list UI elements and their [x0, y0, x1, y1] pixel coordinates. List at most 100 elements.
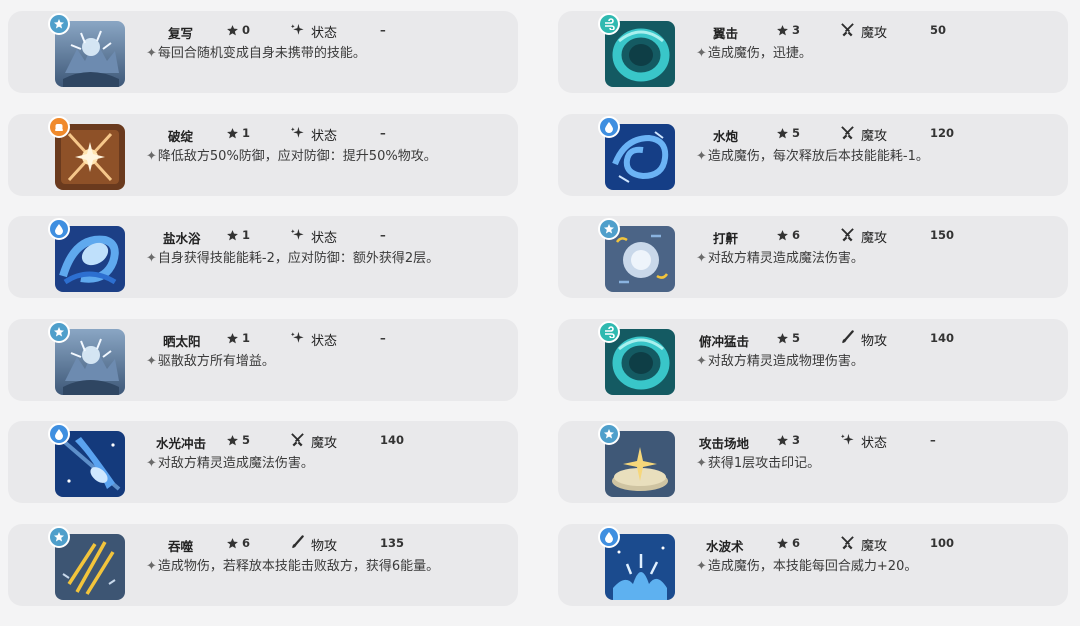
skill-description: ✦对敌方精灵造成魔法伤害。: [696, 249, 996, 269]
sparkle-bullet-icon: ✦: [146, 251, 157, 266]
wind-element-icon: [598, 13, 620, 35]
sparkle-icon: [290, 330, 305, 349]
skill-power: –: [930, 433, 936, 447]
skill-type: 状态: [290, 330, 337, 349]
description-text: 对敌方精灵造成魔法伤害。: [707, 251, 864, 266]
type-label: 物攻: [861, 334, 888, 349]
sparkle-bullet-icon: ✦: [146, 456, 157, 471]
skill-name: 俯冲猛击: [699, 334, 750, 349]
energy-cost: 5: [776, 331, 800, 345]
skill-name: 水光冲击: [156, 436, 207, 451]
energy-cost: 5: [776, 126, 800, 140]
description-text: 造成魔伤，本技能每回合威力+20。: [707, 559, 918, 574]
skill-power: 140: [380, 433, 405, 447]
skill-description: ✦对敌方精灵造成魔法伤害。: [146, 454, 446, 474]
crossed-swords-icon: [840, 227, 855, 246]
skill-card[interactable]: 吞噬 6 物攻 135 ✦造成物伤，若释放本技能击败敌方，获得6能量。: [8, 524, 518, 606]
skill-card[interactable]: 破绽 1 状态 – ✦降低敌方50%防御，应对防御：提升50%物攻。: [8, 114, 518, 196]
cost-value: 5: [792, 331, 801, 345]
energy-cost: 5: [226, 433, 250, 447]
skill-card[interactable]: 水炮 5 魔攻 120 ✦造成魔伤，每次释放后本技能能耗-1。: [558, 114, 1068, 196]
normal-element-icon: [48, 526, 70, 548]
sparkle-bullet-icon: ✦: [146, 149, 157, 164]
skill-name: 盐水浴: [163, 231, 201, 246]
skill-power: 135: [380, 536, 405, 550]
skill-card[interactable]: 复写 0 状态 – ✦每回合随机变成自身未携带的技能。: [8, 11, 518, 93]
sparkle-icon: [290, 22, 305, 41]
wind-element-icon: [598, 321, 620, 343]
skill-type: 状态: [840, 432, 887, 451]
cost-value: 1: [242, 126, 251, 140]
star-icon: [777, 332, 788, 343]
sparkle-bullet-icon: ✦: [696, 149, 707, 164]
sparkle-bullet-icon: ✦: [146, 354, 157, 369]
description-text: 驱散敌方所有增益。: [157, 354, 275, 369]
cost-value: 6: [792, 536, 801, 550]
star-icon: [227, 332, 238, 343]
skill-card[interactable]: 俯冲猛击 5 物攻 140 ✦对敌方精灵造成物理伤害。: [558, 319, 1068, 401]
star-icon: [227, 537, 238, 548]
normal-element-icon: [598, 423, 620, 445]
skill-power: 100: [930, 536, 955, 550]
star-icon: [227, 127, 238, 138]
skill-description: ✦造成魔伤，每次释放后本技能能耗-1。: [696, 147, 996, 167]
cost-value: 1: [242, 228, 251, 242]
star-icon: [227, 229, 238, 240]
description-text: 降低敌方50%防御，应对防御：提升50%物攻。: [157, 149, 437, 164]
description-text: 自身获得技能能耗-2，应对防御：额外获得2层。: [157, 251, 440, 266]
star-icon: [777, 434, 788, 445]
energy-cost: 6: [226, 536, 250, 550]
energy-cost: 0: [226, 23, 250, 37]
cost-value: 5: [792, 126, 801, 140]
skill-power: –: [380, 331, 386, 345]
skill-name: 攻击场地: [699, 436, 750, 451]
type-label: 魔攻: [861, 26, 888, 41]
sparkle-icon: [840, 432, 855, 451]
energy-cost: 1: [226, 331, 250, 345]
sparkle-bullet-icon: ✦: [146, 46, 157, 61]
skill-type: 魔攻: [840, 227, 887, 246]
description-text: 造成魔伤，迅捷。: [707, 46, 812, 61]
skill-name: 晒太阳: [163, 334, 201, 349]
type-label: 魔攻: [861, 539, 888, 554]
skill-power: 150: [930, 228, 955, 242]
skill-power: –: [380, 228, 386, 242]
skill-card[interactable]: 打鼾 6 魔攻 150 ✦对敌方精灵造成魔法伤害。: [558, 216, 1068, 298]
crossed-swords-icon: [840, 535, 855, 554]
skill-power: –: [380, 126, 386, 140]
brush-icon: [840, 330, 855, 349]
energy-cost: 6: [776, 536, 800, 550]
type-label: 状态: [311, 231, 338, 246]
skill-description: ✦造成魔伤，迅捷。: [696, 44, 996, 64]
description-text: 对敌方精灵造成物理伤害。: [707, 354, 864, 369]
skill-power: 50: [930, 23, 947, 37]
energy-cost: 1: [226, 228, 250, 242]
type-label: 物攻: [311, 539, 338, 554]
star-icon: [777, 229, 788, 240]
skill-type: 物攻: [290, 535, 337, 554]
energy-cost: 6: [776, 228, 800, 242]
normal-element-icon: [48, 13, 70, 35]
skill-card[interactable]: 盐水浴 1 状态 – ✦自身获得技能能耗-2，应对防御：额外获得2层。: [8, 216, 518, 298]
skill-name: 水炮: [713, 129, 739, 144]
skill-card[interactable]: 水光冲击 5 魔攻 140 ✦对敌方精灵造成魔法伤害。: [8, 421, 518, 503]
skill-description: ✦每回合随机变成自身未携带的技能。: [146, 44, 446, 64]
skill-type: 状态: [290, 125, 337, 144]
fighting-element-icon: [48, 116, 70, 138]
skill-card[interactable]: 晒太阳 1 状态 – ✦驱散敌方所有增益。: [8, 319, 518, 401]
star-icon: [777, 24, 788, 35]
energy-cost: 1: [226, 126, 250, 140]
type-label: 魔攻: [861, 231, 888, 246]
skill-name: 打鼾: [713, 231, 739, 246]
cost-value: 3: [792, 433, 801, 447]
skill-card[interactable]: 翼击 3 魔攻 50 ✦造成魔伤，迅捷。: [558, 11, 1068, 93]
skill-card[interactable]: 攻击场地 3 状态 – ✦获得1层攻击印记。: [558, 421, 1068, 503]
skill-card[interactable]: 水波术 6 魔攻 100 ✦造成魔伤，本技能每回合威力+20。: [558, 524, 1068, 606]
skill-description: ✦对敌方精灵造成物理伤害。: [696, 352, 996, 372]
type-label: 魔攻: [311, 436, 338, 451]
skill-power: –: [380, 23, 386, 37]
water-element-icon: [48, 218, 70, 240]
skill-name: 翼击: [713, 26, 739, 41]
skill-type: 状态: [290, 22, 337, 41]
energy-cost: 3: [776, 23, 800, 37]
